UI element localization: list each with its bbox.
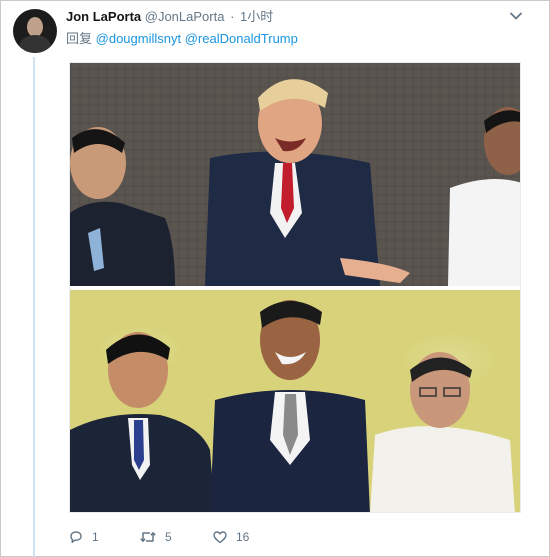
reply-icon <box>68 529 84 545</box>
author-name[interactable]: Jon LaPorta <box>66 9 141 24</box>
author-handle[interactable]: @JonLaPorta <box>145 9 225 24</box>
like-count: 16 <box>236 530 250 544</box>
reply-prefix: 回复 <box>66 31 93 46</box>
avatar-face <box>27 17 43 37</box>
reply-count: 1 <box>92 530 99 544</box>
reply-context: 回复 @dougmillsnyt @realDonaldTrump <box>66 31 298 47</box>
retweet-button[interactable]: 5 <box>139 528 172 546</box>
avatar[interactable] <box>13 9 57 53</box>
retweet-icon <box>139 529 157 545</box>
tweet-card: Jon LaPorta @JonLaPorta · 1小时 回复 @dougmi… <box>0 0 550 557</box>
tweet-header: Jon LaPorta @JonLaPorta · 1小时 <box>66 9 273 25</box>
tweet-timestamp[interactable]: 1小时 <box>240 9 273 24</box>
heart-icon <box>212 529 228 545</box>
chevron-down-icon[interactable] <box>509 9 523 23</box>
photo-top <box>70 63 520 286</box>
mention-link[interactable]: @dougmillsnyt <box>96 31 181 46</box>
like-button[interactable]: 16 <box>212 528 249 546</box>
mention-link[interactable]: @realDonaldTrump <box>185 31 298 46</box>
separator-dot: · <box>230 9 235 24</box>
reply-button[interactable]: 1 <box>68 528 99 546</box>
media-image[interactable] <box>69 62 521 513</box>
avatar-body <box>19 35 51 53</box>
tweet-actions: 1 5 16 <box>66 528 366 546</box>
photo-bottom <box>70 290 520 512</box>
retweet-count: 5 <box>165 530 172 544</box>
thread-line <box>33 57 35 557</box>
